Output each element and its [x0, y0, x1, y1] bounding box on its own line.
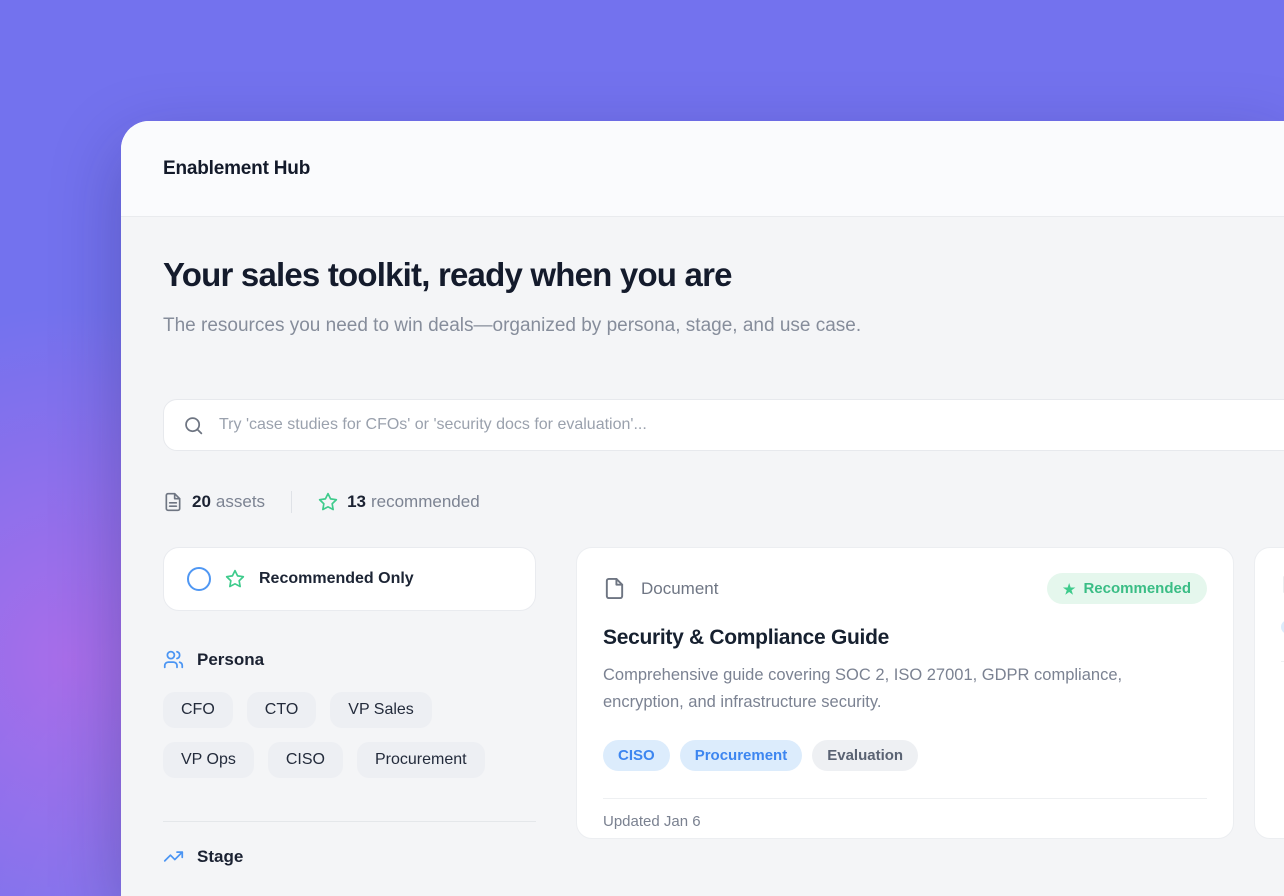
asset-card-partial[interactable]: [1254, 547, 1284, 839]
persona-section-header: Persona: [163, 649, 536, 670]
stage-section-label: Stage: [197, 847, 243, 867]
filter-chip-ciso[interactable]: CISO: [268, 742, 343, 778]
page-title: Your sales toolkit, ready when you are: [163, 255, 1284, 295]
search-bar[interactable]: [163, 399, 1284, 451]
filter-chip-cto[interactable]: CTO: [247, 692, 316, 728]
card-type-label: Document: [641, 579, 718, 599]
filter-chip-vp-ops[interactable]: VP Ops: [163, 742, 254, 778]
content-area: Recommended Only Persona CFO CTO VP Sale…: [163, 547, 1284, 867]
trending-up-icon: [163, 846, 184, 867]
star-filled-icon: ★: [1063, 582, 1076, 596]
assets-count: 20: [192, 492, 211, 512]
stats-divider: [291, 491, 292, 513]
card-top-row: Document ★ Recommended: [603, 573, 1207, 604]
recommended-badge-label: Recommended: [1083, 580, 1191, 597]
filters-sidebar: Recommended Only Persona CFO CTO VP Sale…: [163, 547, 536, 867]
recommended-label: recommended: [371, 492, 480, 512]
card-updated-text: Updated Jan 6: [603, 799, 1207, 846]
panel-header: Enablement Hub: [121, 121, 1284, 217]
filter-chip-cfo[interactable]: CFO: [163, 692, 233, 728]
page-subtitle: The resources you need to win deals—orga…: [163, 311, 873, 341]
stats-row: 20 assets 13 recommended: [163, 491, 1284, 513]
assets-label: assets: [216, 492, 265, 512]
star-outline-icon: [225, 569, 245, 589]
asset-cards-grid: Document ★ Recommended Security & Compli…: [576, 547, 1284, 839]
search-input[interactable]: [217, 415, 1284, 435]
persona-section-label: Persona: [197, 650, 264, 670]
file-icon: [603, 577, 626, 600]
tag-evaluation[interactable]: Evaluation: [812, 740, 918, 771]
recommended-badge: ★ Recommended: [1047, 573, 1207, 604]
recommended-only-toggle[interactable]: Recommended Only: [163, 547, 536, 611]
card-type: Document: [603, 577, 718, 600]
recommended-only-label: Recommended Only: [259, 570, 414, 588]
app-title: Enablement Hub: [163, 158, 310, 180]
asset-card[interactable]: Document ★ Recommended Security & Compli…: [576, 547, 1234, 839]
stage-section-header: Stage: [163, 846, 536, 867]
filter-chip-vp-sales[interactable]: VP Sales: [330, 692, 432, 728]
file-text-icon: [163, 492, 183, 512]
card-tags: CISO Procurement Evaluation: [603, 740, 1207, 771]
recommended-count: 13: [347, 492, 366, 512]
toggle-circle-icon: [187, 567, 211, 591]
panel-body: Your sales toolkit, ready when you are T…: [121, 217, 1284, 867]
card-description: Comprehensive guide covering SOC 2, ISO …: [603, 662, 1163, 716]
card-title: Security & Compliance Guide: [603, 626, 1207, 650]
persona-chips: CFO CTO VP Sales VP Ops CISO Procurement: [163, 692, 536, 778]
enablement-hub-panel: Enablement Hub Your sales toolkit, ready…: [121, 121, 1284, 896]
users-icon: [163, 649, 184, 670]
tag-ciso[interactable]: CISO: [603, 740, 670, 771]
filters-divider: [163, 821, 536, 822]
filter-chip-procurement[interactable]: Procurement: [357, 742, 485, 778]
search-icon: [183, 415, 204, 436]
star-outline-icon: [318, 492, 338, 512]
tag-procurement[interactable]: Procurement: [680, 740, 803, 771]
